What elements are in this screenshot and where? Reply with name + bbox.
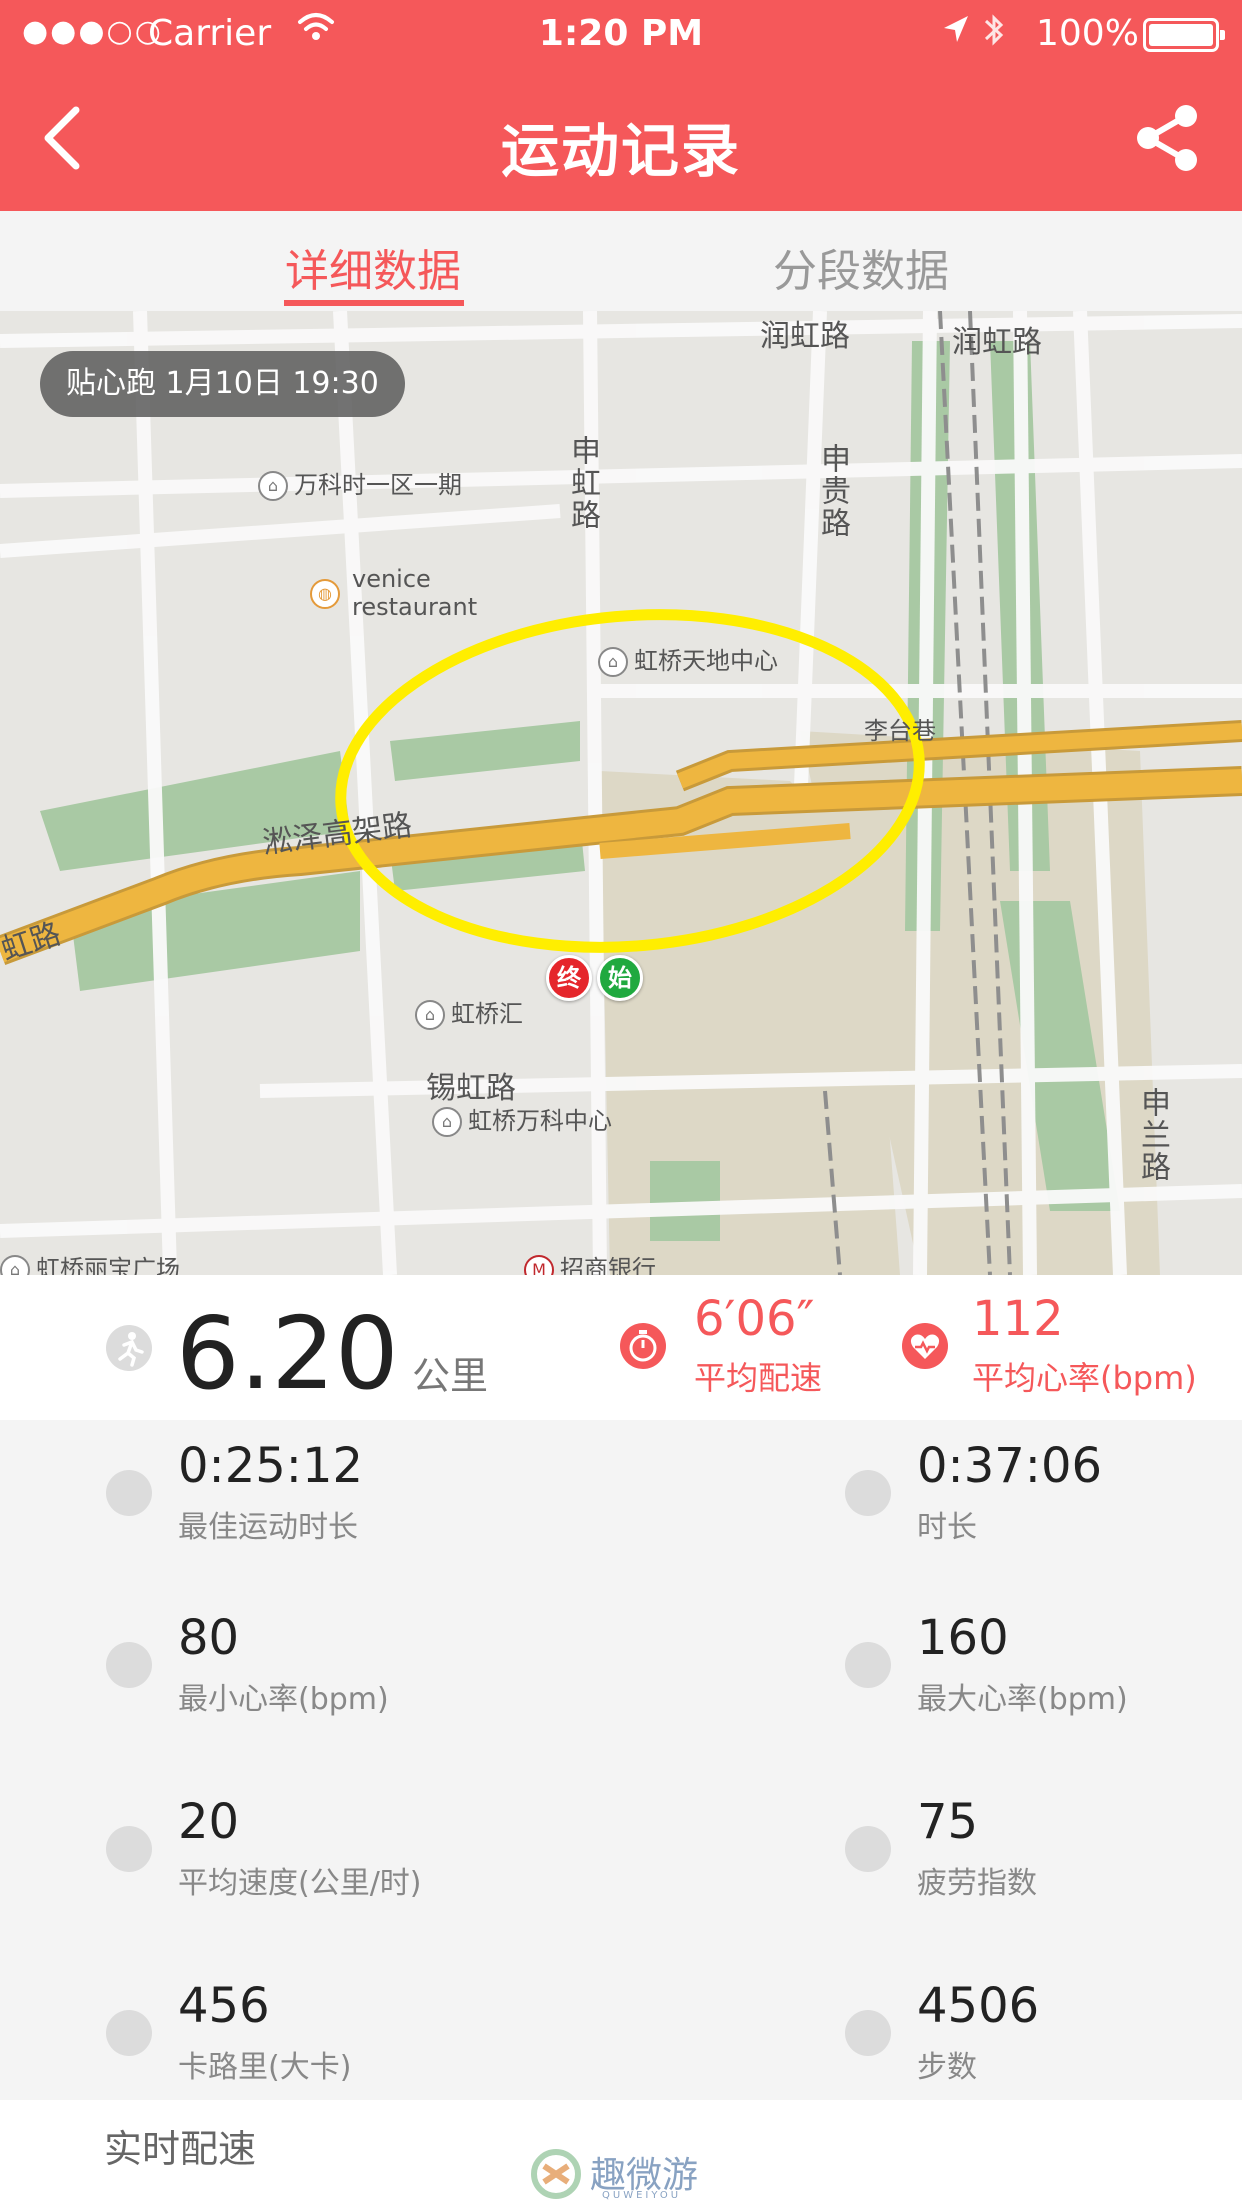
best-duration-icon: [106, 1470, 152, 1516]
stat-value: 456: [178, 1978, 270, 2034]
stat-value: 75: [917, 1794, 979, 1850]
clock-icon: [845, 1470, 891, 1516]
avg-hr-label: 平均心率(bpm): [972, 1359, 1197, 1397]
stat-steps: 4506 步数: [845, 1978, 1242, 2098]
section-title: 实时配速: [104, 2127, 257, 2171]
building-icon: ⌂: [258, 471, 288, 501]
road-label-shengui: 申贵路: [815, 443, 850, 539]
avg-pace-label: 平均配速: [694, 1359, 823, 1397]
stat-duration: 0:37:06 时长: [845, 1438, 1242, 1558]
share-button[interactable]: [1130, 102, 1206, 174]
stats-grid: 0:25:12 最佳运动时长 0:37:06 时长 80 最小心率(bpm) 1…: [0, 1420, 1242, 2100]
fatigue-icon: [845, 1826, 891, 1872]
stat-max-heart-rate: 160 最大心率(bpm): [845, 1610, 1242, 1730]
road-label-runhong-2: 润虹路: [952, 325, 1042, 360]
stat-label: 步数: [917, 2050, 977, 2085]
location-arrow-icon: [940, 12, 972, 57]
stat-value: 4506: [917, 1978, 1040, 2034]
map-canvas: [0, 311, 1242, 1275]
poi-venice-restaurant: ◍ venice restaurant: [310, 565, 477, 621]
avg-hr-value: 112: [972, 1291, 1064, 1347]
battery-icon: [1143, 18, 1225, 52]
watermark-logo: 趣微游 QUWEIYOU: [530, 2148, 720, 2204]
route-start-marker: 始: [597, 955, 643, 1001]
stat-label: 最大心率(bpm): [917, 1682, 1128, 1717]
stat-calories: 456 卡路里(大卡): [106, 1978, 606, 2098]
status-bar: ●●●○○ Carrier 1:20 PM 100%: [0, 0, 1242, 70]
stat-value: 0:25:12: [178, 1438, 364, 1494]
stat-best-duration: 0:25:12 最佳运动时长: [106, 1438, 606, 1558]
road-label-runhong-1: 润虹路: [760, 319, 850, 354]
stat-label: 最小心率(bpm): [178, 1682, 389, 1717]
stat-avg-speed: 20 平均速度(公里/时): [106, 1794, 606, 1914]
poi-vanke: ⌂ 万科时一区一期: [258, 465, 462, 501]
active-tab-indicator: [284, 300, 464, 306]
stat-fatigue: 75 疲劳指数: [845, 1794, 1242, 1914]
share-icon: [1137, 105, 1197, 171]
min-heart-rate-icon: [106, 1642, 152, 1688]
realtime-pace-section: 实时配速 趣微游 QUWEIYOU: [0, 2100, 1242, 2208]
stat-min-heart-rate: 80 最小心率(bpm): [106, 1610, 606, 1730]
restaurant-icon: ◍: [310, 579, 340, 609]
poi-hongqiao-hui: ⌂ 虹桥汇: [415, 994, 523, 1030]
tab-bar: 详细数据 分段数据: [0, 211, 1242, 311]
building-icon: ⌂: [432, 1107, 462, 1137]
stat-label: 最佳运动时长: [178, 1510, 358, 1545]
tab-detail-data[interactable]: 详细数据: [285, 235, 461, 299]
runner-icon: [106, 1325, 152, 1371]
road-label-xihong: 锡虹路: [426, 1071, 516, 1106]
stat-value: 20: [178, 1794, 240, 1850]
header: ●●●○○ Carrier 1:20 PM 100% 运动记录: [0, 0, 1242, 211]
road-label-shenhong: 申虹路: [565, 435, 600, 531]
stat-value: 160: [917, 1610, 1009, 1666]
stopwatch-icon: [620, 1323, 666, 1369]
building-icon: ⌂: [0, 1255, 30, 1275]
max-heart-rate-icon: [845, 1642, 891, 1688]
bank-icon: M: [524, 1255, 554, 1275]
distance-unit: 公里: [412, 1354, 489, 1398]
stat-value: 0:37:06: [917, 1438, 1103, 1494]
footprints-icon: [845, 2010, 891, 2056]
poi-cmb-bank: M 招商银行: [524, 1249, 656, 1275]
speedometer-icon: [106, 1826, 152, 1872]
avg-pace-value: 6′06″: [694, 1291, 815, 1347]
stat-label: 平均速度(公里/时): [178, 1866, 422, 1901]
poi-hongqiao-libao: ⌂ 虹桥丽宝广场: [0, 1249, 180, 1275]
battery-percent: 100%: [1036, 13, 1139, 54]
road-label-shenlan: 申兰路: [1135, 1087, 1170, 1183]
route-map[interactable]: 贴心跑 1月10日 19:30 ⌂ 万科时一区一期 ◍ venice restau…: [0, 311, 1242, 1275]
tab-segment-data[interactable]: 分段数据: [773, 235, 949, 299]
route-end-marker: 终: [546, 955, 592, 1001]
nav-bar: 运动记录: [0, 70, 1242, 211]
flame-icon: [106, 2010, 152, 2056]
stat-value: 80: [178, 1610, 240, 1666]
watermark-subtext: QUWEIYOU: [602, 2190, 682, 2201]
distance-value: 6.20: [176, 1295, 399, 1412]
stat-label: 疲劳指数: [917, 1866, 1037, 1901]
building-icon: ⌂: [415, 1000, 445, 1030]
heart-rate-icon: [902, 1323, 948, 1369]
summary-row: 6.20 公里 6′06″ 平均配速 112 平均心率(bpm): [0, 1275, 1242, 1420]
road-label-litai: 李台巷: [864, 717, 936, 745]
bluetooth-icon: [982, 10, 1006, 59]
run-info-badge: 贴心跑 1月10日 19:30: [40, 351, 405, 417]
stat-label: 时长: [917, 1510, 977, 1545]
poi-hongqiao-tiandi: ⌂ 虹桥天地中心: [598, 641, 778, 677]
stat-label: 卡路里(大卡): [178, 2050, 352, 2085]
page-title: 运动记录: [500, 117, 741, 185]
building-icon: ⌂: [598, 647, 628, 677]
